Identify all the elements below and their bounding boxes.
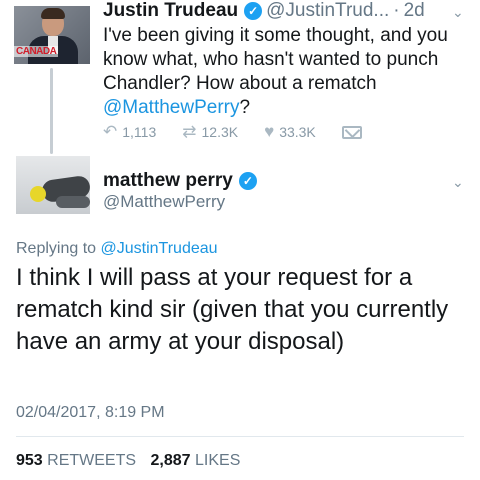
chevron-down-icon[interactable]: ⌄	[452, 174, 464, 191]
replying-to-label: Replying to	[16, 240, 101, 257]
tweet2-stats: 953 RETWEETS 2,887 LIKES	[16, 452, 250, 470]
like-button[interactable]: ♥ 33.3K	[264, 122, 316, 142]
stats-divider	[16, 436, 464, 437]
reply-icon: ↶	[103, 122, 118, 141]
like-count: 33.3K	[279, 124, 316, 140]
envelope-icon	[341, 125, 362, 139]
tweet1-text-main: I've been giving it some thought, and yo…	[103, 25, 448, 94]
verified-badge-icon: ✓	[244, 2, 263, 20]
direct-message-button[interactable]	[341, 125, 362, 139]
heart-icon: ♥	[264, 122, 275, 141]
reply-count: 1,113	[122, 124, 157, 140]
retweet-icon: ⇄	[182, 122, 197, 141]
avatar-canada-text: CANADA	[14, 46, 59, 57]
avatar-hair	[41, 8, 65, 19]
retweets-count: 953	[16, 452, 43, 469]
likes-count: 2,887	[150, 452, 191, 469]
likes-stat[interactable]: 2,887 LIKES	[151, 452, 241, 469]
reply-button[interactable]: ↶ 1,113	[103, 122, 156, 142]
tweet2-author-handle[interactable]: @MatthewPerry	[103, 192, 225, 212]
retweet-count: 12.3K	[201, 124, 239, 140]
retweet-button[interactable]: ⇄ 12.3K	[182, 122, 238, 142]
thread-connector-line	[50, 68, 53, 154]
retweets-label: RETWEETS	[47, 452, 137, 469]
tweet1-date[interactable]: 2d	[404, 0, 425, 22]
tweet1-separator: ·	[393, 0, 400, 21]
trudeau-avatar[interactable]: CANADA	[14, 6, 90, 64]
tweet1-author-handle[interactable]: @JustinTrud...	[266, 0, 389, 22]
likes-label: LIKES	[195, 452, 241, 469]
tweet2-header: matthew perry ✓	[103, 170, 261, 192]
tweet1-action-bar: ↶ 1,113 ⇄ 12.3K ♥ 33.3K	[103, 122, 388, 142]
tweet2-text: I think I will pass at your request for …	[16, 264, 449, 355]
replying-to-mention-link[interactable]: @JustinTrudeau	[101, 240, 218, 257]
tweet1-author-name[interactable]: Justin Trudeau	[103, 0, 238, 22]
tweet1-text-end: ?	[239, 97, 251, 118]
perry-avatar[interactable]	[16, 156, 90, 214]
tweet2-timestamp[interactable]: 02/04/2017, 8:19 PM	[16, 404, 165, 422]
tweet2-author-name[interactable]: matthew perry	[103, 170, 233, 192]
avatar-yellow-ball	[30, 186, 46, 202]
avatar-figure-leg	[56, 196, 90, 208]
retweets-stat[interactable]: 953 RETWEETS	[16, 452, 136, 469]
tweet1-mention-link[interactable]: @MatthewPerry	[103, 97, 240, 118]
tweet1-header: Justin Trudeau ✓ @JustinTrud... · 2d	[103, 0, 425, 22]
replying-to-line: Replying to @JustinTrudeau	[16, 240, 218, 258]
tweet1-text: I've been giving it some thought, and yo…	[103, 24, 473, 120]
chevron-down-icon[interactable]: ⌄	[452, 4, 464, 21]
verified-badge-icon: ✓	[238, 172, 257, 190]
